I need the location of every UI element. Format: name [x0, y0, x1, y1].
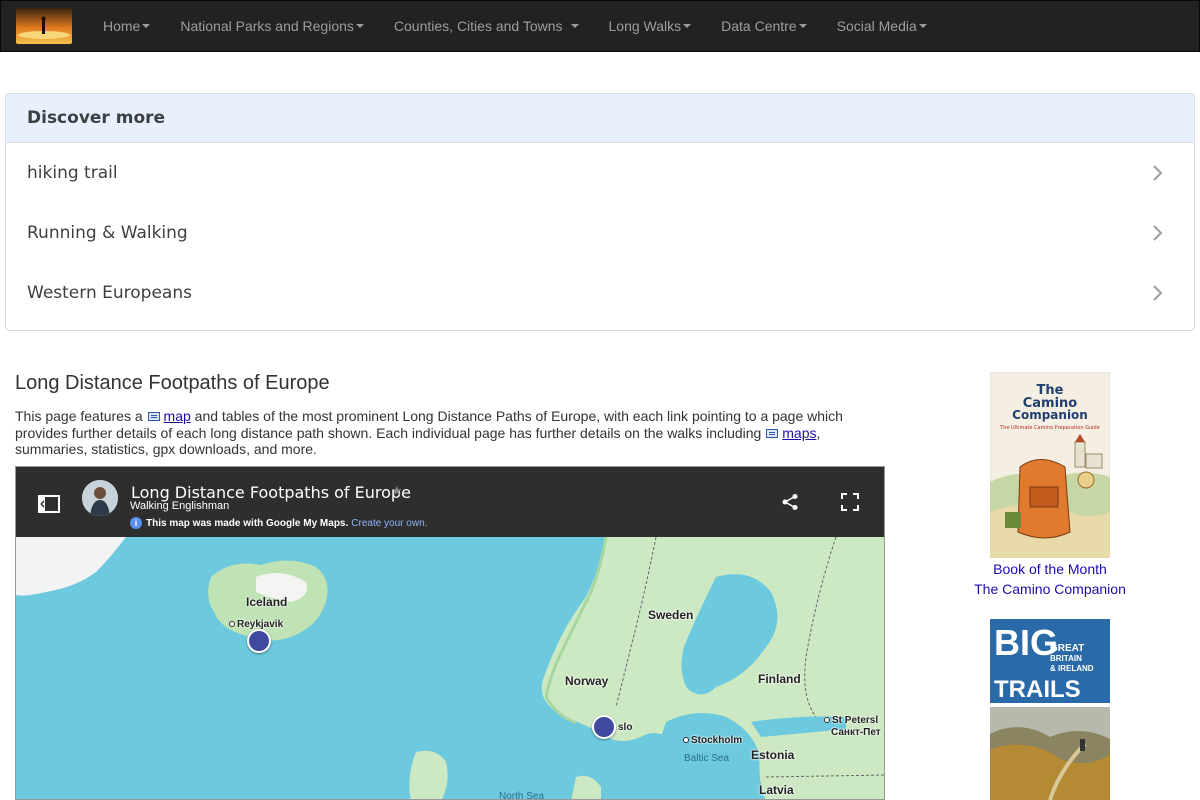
hiker-pin-icon[interactable] — [247, 629, 271, 653]
map-label-baltic-sea: Baltic Sea — [684, 753, 730, 764]
avatar — [82, 480, 118, 516]
book2-side-3: & IRELAND — [1050, 664, 1094, 673]
map-label-st-petersburg-ru: Санкт-Пет — [831, 727, 881, 738]
caret-down-icon — [683, 24, 692, 28]
map-label-stockholm: Stockholm — [683, 735, 742, 746]
book2-big: BIG — [994, 622, 1058, 663]
map-link[interactable]: map — [164, 408, 191, 424]
map-notice: i This map was made with Google My Maps.… — [130, 517, 427, 529]
caret-down-icon — [798, 24, 807, 28]
nav-data-centre[interactable]: Data Centre — [706, 0, 821, 52]
map-label-iceland: Iceland — [246, 595, 288, 609]
chevron-right-icon — [1153, 225, 1163, 241]
chevron-right-icon — [1153, 165, 1163, 181]
nav-long-walks[interactable]: Long Walks — [594, 0, 707, 52]
caret-down-icon — [570, 24, 579, 28]
nav-home[interactable]: Home — [88, 0, 165, 52]
book-of-month-caption[interactable]: Book of the Month The Camino Companion — [950, 559, 1150, 599]
top-navbar: Home National Parks and Regions Counties… — [0, 0, 1200, 52]
book2-side-2: BRITAIN — [1050, 654, 1082, 663]
caret-down-icon — [918, 24, 927, 28]
nav-social-media[interactable]: Social Media — [822, 0, 942, 52]
book1-subtitle: The Ultimate Camino Preparation Guide — [999, 425, 1100, 431]
discover-item-western-europeans[interactable]: Western Europeans — [6, 263, 1194, 323]
discover-item-label: hiking trail — [27, 163, 118, 183]
site-logo[interactable] — [16, 8, 72, 44]
map-embed[interactable]: Iceland Reykjavik Sweden Norway Finland … — [15, 466, 885, 800]
create-your-own-link[interactable]: Create your own. — [351, 518, 427, 529]
book-cover-camino-companion[interactable]: The Camino Companion The Ultimate Camino… — [990, 372, 1110, 558]
share-icon[interactable] — [781, 493, 799, 511]
legend-toggle-icon[interactable] — [38, 495, 60, 513]
nav-counties[interactable]: Counties, Cities and Towns — [379, 0, 594, 52]
map-label-finland: Finland — [758, 672, 801, 686]
book-cover-big-trails[interactable]: BIG TRAILS GREAT BRITAIN & IRELAND — [990, 619, 1110, 800]
discover-heading: Discover more — [6, 94, 1194, 143]
caret-down-icon — [355, 24, 364, 28]
fullscreen-icon[interactable] — [841, 493, 859, 511]
book-of-month-label: Book of the Month — [993, 561, 1107, 577]
book2-trails: TRAILS — [994, 676, 1081, 703]
discover-item-label: Running & Walking — [27, 223, 188, 243]
discover-item-label: Western Europeans — [27, 283, 192, 303]
discover-item-hiking-trail[interactable]: hiking trail — [6, 143, 1194, 203]
book1-title-3: Companion — [1012, 408, 1088, 422]
caret-down-icon — [142, 24, 151, 28]
intro-paragraph: This page features a map and tables of t… — [15, 408, 843, 457]
map-label-latvia: Latvia — [759, 783, 794, 797]
maps-link[interactable]: maps — [782, 425, 816, 441]
map-label-sweden: Sweden — [648, 608, 694, 622]
map-canvas[interactable]: Iceland Reykjavik Sweden Norway Finland … — [16, 537, 884, 800]
map-link-icon — [147, 412, 160, 421]
book2-side-1: GREAT — [1050, 643, 1084, 654]
map-header-bar: Long Distance Footpaths of Europe ★ Walk… — [16, 467, 884, 537]
map-label-oslo: slo — [618, 722, 633, 733]
map-label-norway: Norway — [565, 674, 609, 688]
map-label-north-sea: North Sea — [499, 791, 545, 800]
maps-link-icon — [766, 428, 779, 438]
map-label-st-petersburg: St Petersl — [824, 715, 878, 726]
chevron-right-icon — [1153, 285, 1163, 301]
page-title: Long Distance Footpaths of Europe — [15, 372, 330, 394]
star-icon[interactable]: ★ — [391, 483, 403, 499]
info-icon: i — [130, 517, 142, 529]
book-of-month-title: The Camino Companion — [974, 581, 1126, 597]
discover-more-panel: Discover more hiking trail Running & Wal… — [5, 93, 1195, 331]
map-author: Walking Englishman — [130, 500, 230, 512]
nav-national-parks[interactable]: National Parks and Regions — [165, 0, 379, 52]
map-label-estonia: Estonia — [751, 748, 795, 762]
hiker-pin-icon[interactable] — [592, 715, 616, 739]
discover-item-running-walking[interactable]: Running & Walking — [6, 203, 1194, 263]
